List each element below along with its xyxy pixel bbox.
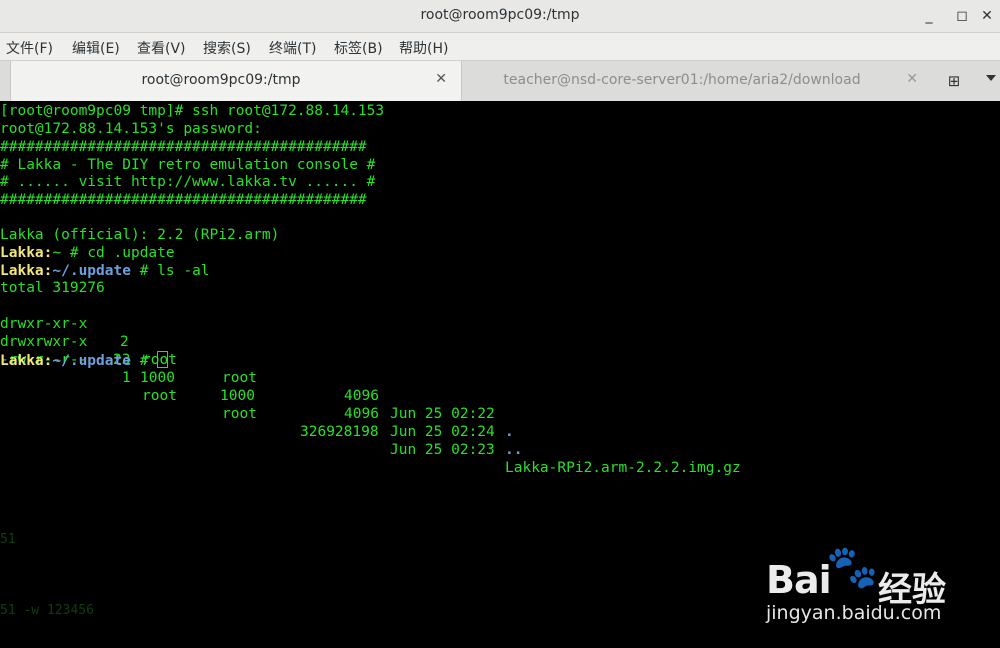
ls-name: .. bbox=[505, 442, 523, 458]
ls-links: 1 bbox=[122, 370, 131, 386]
tab-label: root@room9pc09:/tmp bbox=[141, 72, 301, 88]
terminal-line: ########################################… bbox=[0, 192, 367, 208]
menu-bar: 文件(F) 编辑(E) 查看(V) 搜索(S) 终端(T) 标签(B) 帮助(H… bbox=[0, 33, 1000, 60]
tab-label: teacher@nsd-core-server01:/home/aria2/do… bbox=[503, 72, 861, 88]
ls-owner: 1000 bbox=[140, 370, 175, 386]
prompt-line: Lakka:~/.update # ls -al bbox=[0, 262, 210, 280]
title-bar: root@room9pc09:/tmp _ ◻ ✕ bbox=[0, 0, 1000, 33]
menu-view[interactable]: 查看(V) bbox=[137, 38, 186, 58]
ls-group: root bbox=[222, 370, 257, 386]
menu-help[interactable]: 帮助(H) bbox=[399, 38, 448, 58]
minimize-button[interactable]: _ bbox=[918, 5, 940, 27]
paw-icon: 🐾 bbox=[826, 542, 879, 591]
ls-group: 1000 bbox=[220, 388, 255, 404]
menu-terminal[interactable]: 终端(T) bbox=[269, 38, 316, 58]
ls-date: Jun 25 02:23 bbox=[390, 442, 495, 458]
tab-local[interactable]: root@room9pc09:/tmp ✕ bbox=[10, 61, 462, 101]
prompt-command: # ls -al bbox=[130, 263, 210, 279]
prompt-host: Lakka: bbox=[0, 263, 53, 279]
ls-links: 2 bbox=[120, 334, 129, 350]
ls-size: 326928198 bbox=[300, 424, 379, 440]
window-title: root@room9pc09:/tmp bbox=[420, 7, 580, 23]
close-button[interactable]: ✕ bbox=[976, 5, 998, 27]
prompt-host: Lakka: bbox=[0, 353, 53, 369]
baidu-watermark: Bai 🐾 经验 jingyan.baidu.com bbox=[766, 540, 1000, 648]
tab-bar: root@room9pc09:/tmp ✕ teacher@nsd-core-s… bbox=[0, 60, 1000, 101]
ls-owner: root bbox=[142, 388, 177, 404]
ls-date: Jun 25 02:24 bbox=[390, 424, 495, 440]
close-icon[interactable]: ✕ bbox=[435, 71, 447, 87]
watermark-brand: Bai bbox=[766, 558, 832, 602]
terminal-line: # ...... visit http://www.lakka.tv .....… bbox=[0, 174, 376, 190]
prompt-host: Lakka: bbox=[0, 245, 53, 261]
watermark-url: jingyan.baidu.com bbox=[766, 602, 942, 624]
close-icon[interactable]: ✕ bbox=[906, 71, 918, 87]
ghost-text: 51 -w 123456 bbox=[0, 603, 94, 618]
ls-name: Lakka-RPi2.arm-2.2.2.img.gz bbox=[505, 460, 741, 476]
ls-total: total 319276 bbox=[0, 280, 105, 296]
ls-group: root bbox=[222, 406, 257, 422]
ghost-text: 51 bbox=[0, 532, 16, 547]
prompt-line: Lakka:~ # cd .update bbox=[0, 244, 175, 262]
ls-date: Jun 25 02:22 bbox=[390, 406, 495, 422]
prompt-command: # cd .update bbox=[61, 245, 175, 261]
prompt-command: # bbox=[130, 353, 158, 369]
menu-search[interactable]: 搜索(S) bbox=[203, 38, 251, 58]
maximize-button[interactable]: ◻ bbox=[951, 5, 973, 27]
menu-tabs[interactable]: 标签(B) bbox=[334, 38, 383, 58]
terminal-line: Lakka (official): 2.2 (RPi2.arm) bbox=[0, 227, 280, 243]
terminal-line: root@172.88.14.153's password: bbox=[0, 121, 262, 137]
ls-row: -rw-r--r-- 1 root root 326928198 Jun 25 … bbox=[0, 333, 741, 476]
ls-name: . bbox=[505, 424, 514, 440]
terminal-line: # Lakka - The DIY retro emulation consol… bbox=[0, 157, 376, 173]
tab-remote[interactable]: teacher@nsd-core-server01:/home/aria2/do… bbox=[462, 61, 932, 101]
ls-row: drwxrwxr-x 23 1000 1000 4096 Jun 25 02:2… bbox=[0, 315, 522, 458]
menu-file[interactable]: 文件(F) bbox=[6, 38, 53, 58]
ls-size: 4096 bbox=[344, 406, 379, 422]
prompt-path: ~/.update bbox=[52, 263, 131, 279]
ls-size: 4096 bbox=[344, 388, 379, 404]
menu-edit[interactable]: 编辑(E) bbox=[72, 38, 120, 58]
terminal-line: [root@room9pc09 tmp]# ssh root@172.88.14… bbox=[0, 103, 385, 119]
prompt-path: ~ bbox=[52, 245, 62, 261]
text-cursor bbox=[157, 351, 169, 368]
chevron-down-icon[interactable] bbox=[986, 75, 996, 81]
terminal-line: ########################################… bbox=[0, 139, 367, 155]
prompt-path: ~/.update bbox=[52, 353, 131, 369]
ls-row: drwxr-xr-x 2 root root 4096 Jun 25 02:22… bbox=[0, 297, 514, 440]
new-tab-icon[interactable]: ⊞ bbox=[942, 70, 966, 92]
prompt-line: Lakka:~/.update # bbox=[0, 351, 169, 369]
